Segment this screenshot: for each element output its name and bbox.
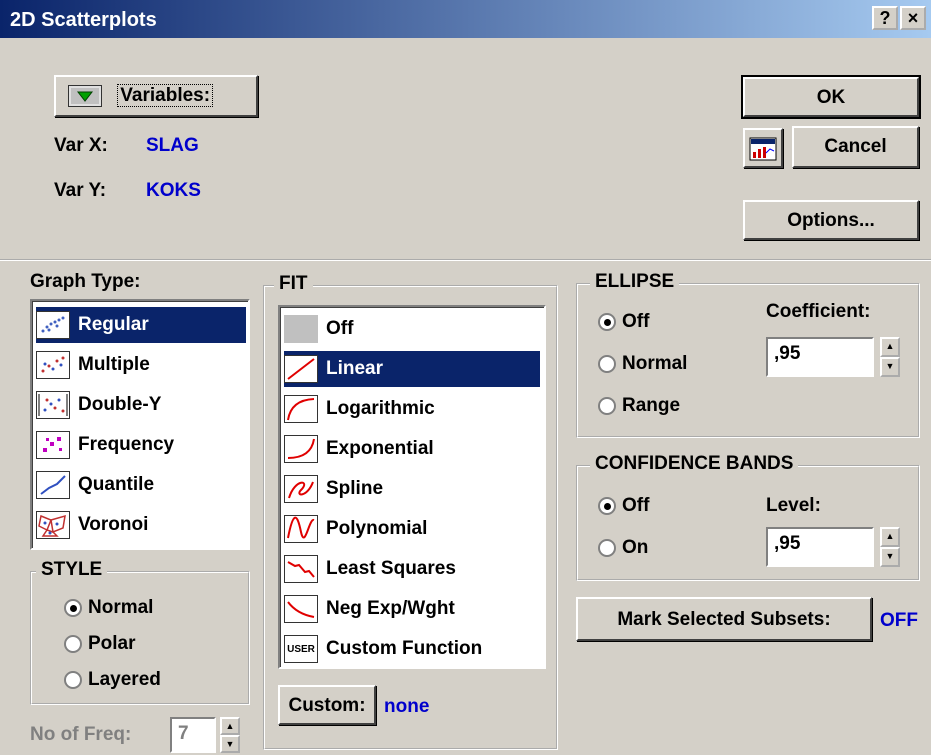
- fit-polynomial[interactable]: Polynomial: [284, 511, 427, 547]
- style-normal-label: Normal: [88, 597, 154, 618]
- ellipse-normal-label: Normal: [622, 353, 688, 374]
- fit-label: Polynomial: [326, 518, 428, 539]
- var-y-label: Var Y:: [54, 180, 107, 201]
- graph-type-frequency[interactable]: Frequency: [36, 427, 174, 463]
- graph-type-list: Regular Multiple Double-Y Frequency Quan…: [30, 299, 250, 550]
- scatterplots-dialog: 2D Scatterplots ? × Variables: Var X: SL…: [0, 0, 931, 755]
- variables-button-label: Variables:: [117, 84, 214, 108]
- fit-logarithmic[interactable]: Logarithmic: [284, 391, 435, 427]
- ellipse-normal-radio[interactable]: Normal: [598, 353, 687, 375]
- ellipse-title: ELLIPSE: [590, 271, 680, 293]
- fit-label: Off: [326, 318, 354, 339]
- fit-off[interactable]: Off: [284, 311, 353, 347]
- ok-button[interactable]: OK: [741, 75, 921, 119]
- confidence-on-label: On: [622, 537, 649, 558]
- confidence-title: CONFIDENCE BANDS: [590, 453, 799, 475]
- var-x-value: SLAG: [146, 135, 199, 156]
- fit-label: Linear: [326, 358, 384, 379]
- user-function-icon: USER: [284, 635, 318, 663]
- fit-off-icon: [284, 315, 318, 343]
- title-bar: 2D Scatterplots ? ×: [0, 0, 931, 38]
- mark-state: OFF: [880, 610, 918, 631]
- least-squares-fit-icon: [284, 555, 318, 583]
- ellipse-range-label: Range: [622, 395, 681, 416]
- cancel-button[interactable]: Cancel: [792, 126, 919, 168]
- graph-type-label: Multiple: [78, 354, 150, 375]
- var-y-value: KOKS: [146, 180, 201, 201]
- style-layered-radio[interactable]: Layered: [64, 669, 161, 691]
- logarithmic-fit-icon: [284, 395, 318, 423]
- graph-preview-button[interactable]: [743, 128, 783, 168]
- confidence-off-label: Off: [622, 495, 650, 516]
- coefficient-input[interactable]: ,95: [766, 337, 874, 377]
- divider: [0, 259, 931, 261]
- polynomial-fit-icon: [284, 515, 318, 543]
- ellipse-off-label: Off: [622, 311, 650, 332]
- fit-label: Logarithmic: [326, 398, 435, 419]
- quantile-plot-icon: [36, 471, 70, 499]
- window-title: 2D Scatterplots: [10, 9, 157, 31]
- fit-spline[interactable]: Spline: [284, 471, 383, 507]
- custom-button[interactable]: Custom:: [278, 685, 376, 725]
- fit-neg-exp-wght[interactable]: Neg Exp/Wght: [284, 591, 455, 627]
- fit-label: Least Squares: [326, 558, 456, 579]
- variables-button[interactable]: Variables:: [54, 75, 258, 117]
- close-button[interactable]: ×: [900, 6, 926, 30]
- ellipse-range-radio[interactable]: Range: [598, 395, 680, 417]
- fit-exponential[interactable]: Exponential: [284, 431, 434, 467]
- graph-type-label: Frequency: [78, 434, 175, 455]
- frequency-plot-icon: [36, 431, 70, 459]
- fit-least-squares[interactable]: Least Squares: [284, 551, 456, 587]
- graph-type-voronoi[interactable]: Voronoi: [36, 507, 148, 543]
- fit-label: Neg Exp/Wght: [326, 598, 455, 619]
- regular-plot-icon: [36, 311, 70, 339]
- freq-input[interactable]: 7: [170, 717, 216, 753]
- graph-type-multiple[interactable]: Multiple: [36, 347, 150, 383]
- graph-type-quantile[interactable]: Quantile: [36, 467, 154, 503]
- double-y-plot-icon: [36, 391, 70, 419]
- mark-selected-subsets-button[interactable]: Mark Selected Subsets:: [576, 597, 872, 641]
- graph-type-label: Voronoi: [78, 514, 149, 535]
- style-normal-radio[interactable]: Normal: [64, 597, 153, 619]
- ellipse-off-radio[interactable]: Off: [598, 311, 649, 333]
- variables-icon: [68, 85, 102, 107]
- confidence-off-radio[interactable]: Off: [598, 495, 649, 517]
- graph-preview-icon: [749, 137, 777, 161]
- confidence-on-radio[interactable]: On: [598, 537, 648, 559]
- style-layered-label: Layered: [88, 669, 161, 690]
- graph-type-title: Graph Type:: [30, 271, 141, 292]
- exponential-fit-icon: [284, 435, 318, 463]
- voronoi-plot-icon: [36, 511, 70, 539]
- freq-label: No of Freq:: [30, 724, 132, 745]
- help-button[interactable]: ?: [872, 6, 898, 30]
- fit-title: FIT: [274, 273, 313, 295]
- graph-type-label: Double-Y: [78, 394, 162, 415]
- spline-fit-icon: [284, 475, 318, 503]
- multiple-plot-icon: [36, 351, 70, 379]
- fit-label: Exponential: [326, 438, 434, 459]
- fit-linear[interactable]: Linear: [283, 350, 541, 388]
- coefficient-spinner[interactable]: ▲ ▼: [880, 337, 900, 377]
- level-spinner[interactable]: ▲ ▼: [880, 527, 900, 567]
- var-x-label: Var X:: [54, 135, 108, 156]
- style-polar-label: Polar: [88, 633, 136, 654]
- level-input[interactable]: ,95: [766, 527, 874, 567]
- custom-value: none: [384, 696, 430, 717]
- fit-label: Custom Function: [326, 638, 483, 659]
- style-polar-radio[interactable]: Polar: [64, 633, 136, 655]
- options-button[interactable]: Options...: [743, 200, 919, 240]
- graph-type-regular[interactable]: Regular: [35, 306, 247, 344]
- fit-label: Spline: [326, 478, 384, 499]
- coefficient-label: Coefficient:: [766, 301, 871, 322]
- neg-exp-fit-icon: [284, 595, 318, 623]
- graph-type-label: Quantile: [78, 474, 155, 495]
- fit-list: Off Linear Logarithmic Exponential Splin…: [278, 305, 546, 669]
- graph-type-double-y[interactable]: Double-Y: [36, 387, 161, 423]
- style-title: STYLE: [36, 559, 108, 581]
- linear-fit-icon: [284, 355, 318, 383]
- level-label: Level:: [766, 495, 821, 516]
- fit-custom-function[interactable]: USER Custom Function: [284, 631, 482, 667]
- graph-type-label: Regular: [78, 314, 149, 335]
- freq-spinner[interactable]: ▲ ▼: [220, 717, 240, 753]
